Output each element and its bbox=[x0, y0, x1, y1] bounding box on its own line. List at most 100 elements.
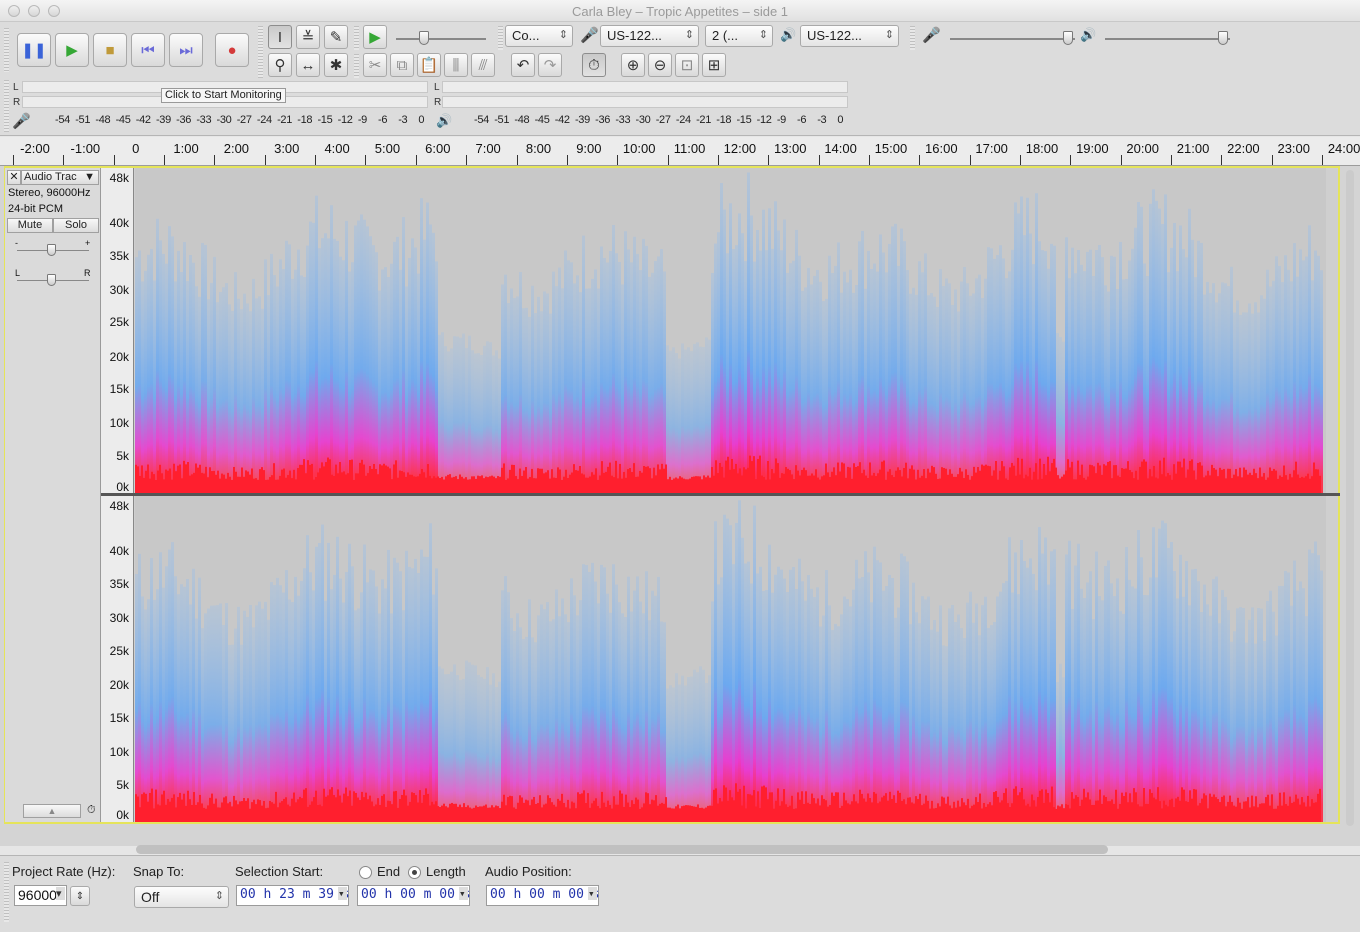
silence-button[interactable]: ⫻ bbox=[471, 53, 495, 77]
spectrogram-column bbox=[1302, 588, 1305, 822]
zoom-tool-button[interactable]: ⚲ bbox=[268, 53, 292, 77]
pause-button[interactable]: ❚❚ bbox=[17, 33, 51, 67]
spectrogram-column bbox=[885, 272, 888, 493]
timeline-ruler[interactable]: -2:00 -1:00 0 1:00 2:00 3:00 4:00 5:00 6:00 7:00 8… bbox=[0, 137, 1360, 166]
stop-button[interactable]: ■ bbox=[93, 33, 127, 67]
spectrogram-column bbox=[834, 265, 837, 493]
device-grip[interactable] bbox=[498, 26, 503, 50]
time-shift-tool-button[interactable]: ↔ bbox=[296, 53, 320, 77]
spectrogram-low-band bbox=[789, 470, 791, 493]
input-channels-select[interactable]: 2 (... bbox=[705, 25, 773, 47]
skip-to-start-button[interactable]: ⏮ bbox=[131, 33, 165, 67]
collapse-track-button[interactable]: ▲ bbox=[23, 804, 81, 818]
timeline-label: 22:00 bbox=[1227, 141, 1260, 156]
gain-slider-thumb[interactable] bbox=[47, 244, 56, 256]
redo-button[interactable]: ↷ bbox=[538, 53, 562, 77]
spectrogram-column bbox=[1008, 537, 1011, 822]
spectrogram-low-band bbox=[225, 478, 227, 493]
close-icon: ✕ bbox=[9, 171, 19, 183]
snap-to-select[interactable]: Off bbox=[134, 886, 229, 908]
mixer-grip[interactable] bbox=[910, 26, 915, 50]
skip-to-end-button[interactable]: ⏭ bbox=[169, 33, 203, 67]
envelope-tool-button[interactable]: ≚ bbox=[296, 25, 320, 49]
spectrogram-low-band bbox=[1131, 802, 1133, 822]
spectrogram-low-band bbox=[559, 800, 561, 822]
frequency-ruler-right-channel[interactable]: 48k 40k 35k 30k 25k 20k 15k 10k 5k 0k bbox=[101, 496, 134, 822]
input-device-select[interactable]: US-122... bbox=[600, 25, 699, 47]
spectrogram-low-band bbox=[857, 803, 859, 822]
spectrogram-low-band bbox=[887, 800, 889, 822]
meter-scale-tick: -45 bbox=[115, 114, 131, 126]
frequency-ruler-left-channel[interactable]: 48k 40k 35k 30k 25k 20k 15k 10k 5k 0k bbox=[101, 168, 134, 494]
vertical-scrollbar[interactable] bbox=[1346, 170, 1354, 826]
spectrogram-left-channel[interactable] bbox=[135, 168, 1326, 493]
play-speed-thumb[interactable] bbox=[419, 31, 429, 45]
record-meter-icon[interactable]: 🎤 bbox=[12, 112, 31, 130]
multi-tool-button[interactable]: ✱ bbox=[324, 53, 348, 77]
play-at-speed-grip[interactable] bbox=[354, 26, 359, 50]
play-meter-right[interactable] bbox=[442, 96, 848, 108]
spectrogram-low-band bbox=[663, 468, 665, 493]
paste-button[interactable]: 📋 bbox=[417, 53, 441, 77]
edit-grip[interactable] bbox=[354, 54, 359, 78]
zoom-in-button[interactable]: ⊕ bbox=[621, 53, 645, 77]
spectrogram-column bbox=[153, 280, 156, 493]
record-button[interactable]: ● bbox=[215, 33, 249, 67]
trim-button[interactable]: ⫼ bbox=[444, 53, 468, 77]
length-radio[interactable] bbox=[408, 866, 421, 879]
solo-button[interactable]: Solo bbox=[53, 218, 99, 233]
meter-scale-tick: -27 bbox=[236, 114, 252, 126]
track-menu-button[interactable]: Audio Trac ▼ bbox=[21, 170, 99, 185]
spectrogram-column bbox=[174, 281, 177, 493]
undo-button[interactable]: ↶ bbox=[511, 53, 535, 77]
input-volume-thumb[interactable] bbox=[1063, 31, 1073, 45]
play-meter-icon[interactable]: 🔊 bbox=[436, 113, 452, 129]
zoom-out-button[interactable]: ⊖ bbox=[648, 53, 672, 77]
spectrogram-low-band bbox=[205, 466, 207, 493]
output-device-select[interactable]: US-122... bbox=[800, 25, 899, 47]
selection-length-time[interactable]: 00 h 00 m 00 s bbox=[357, 885, 471, 906]
play-button[interactable]: ▶ bbox=[55, 33, 89, 67]
arrows-horizontal-icon: ↔ bbox=[300, 56, 316, 74]
spectrogram-low-band bbox=[657, 805, 659, 822]
mute-button[interactable]: Mute bbox=[7, 218, 53, 233]
spectrogram-low-band bbox=[527, 478, 529, 493]
play-at-speed-button[interactable]: ▶ bbox=[363, 25, 387, 49]
spectrogram-low-band bbox=[277, 479, 279, 493]
output-volume-slider[interactable] bbox=[1105, 38, 1230, 40]
meter-grip[interactable] bbox=[4, 80, 9, 132]
horizontal-scrollbar[interactable] bbox=[136, 845, 1108, 854]
spectrogram-low-band bbox=[493, 807, 495, 822]
spectrogram-column bbox=[285, 570, 288, 822]
track-close-button[interactable]: ✕ bbox=[7, 170, 21, 185]
cut-button[interactable]: ✂ bbox=[363, 53, 387, 77]
spectrogram-low-band bbox=[1133, 788, 1135, 822]
draw-tool-button[interactable]: ✎ bbox=[324, 25, 348, 49]
transport-grip[interactable] bbox=[4, 28, 9, 72]
spectrogram-column bbox=[771, 592, 774, 822]
output-volume-thumb[interactable] bbox=[1218, 31, 1228, 45]
audio-position-time[interactable]: 00 h 00 m 00 s bbox=[486, 885, 600, 906]
play-speed-slider[interactable] bbox=[396, 38, 486, 40]
spectrogram-low-band bbox=[715, 788, 717, 822]
selection-start-time[interactable]: 00 h 23 m 39 s bbox=[236, 885, 350, 906]
spectrogram-low-band bbox=[1055, 808, 1057, 822]
spectrogram-right-channel[interactable] bbox=[135, 496, 1326, 822]
audio-host-select[interactable]: Co... bbox=[505, 25, 573, 47]
spectrogram-column bbox=[1278, 585, 1281, 822]
end-radio[interactable] bbox=[359, 866, 372, 879]
selection-toolbar-grip[interactable] bbox=[4, 862, 9, 922]
copy-button[interactable]: ⧉ bbox=[390, 53, 414, 77]
spectrogram-column bbox=[756, 573, 759, 822]
sync-lock-button[interactable]: ⏱ bbox=[582, 53, 606, 77]
play-meter-left[interactable] bbox=[442, 81, 848, 93]
project-rate-input[interactable]: 96000 bbox=[14, 885, 67, 906]
selection-tool-button[interactable]: I bbox=[268, 25, 292, 49]
tools-grip[interactable] bbox=[258, 26, 263, 78]
fit-selection-button[interactable]: ⊡ bbox=[675, 53, 699, 77]
project-rate-dropdown[interactable]: ⇕ bbox=[70, 886, 90, 906]
pan-slider-thumb[interactable] bbox=[47, 274, 56, 286]
fit-project-button[interactable]: ⊞ bbox=[702, 53, 726, 77]
spectrogram-low-band bbox=[459, 474, 461, 493]
input-volume-slider[interactable] bbox=[950, 38, 1075, 40]
